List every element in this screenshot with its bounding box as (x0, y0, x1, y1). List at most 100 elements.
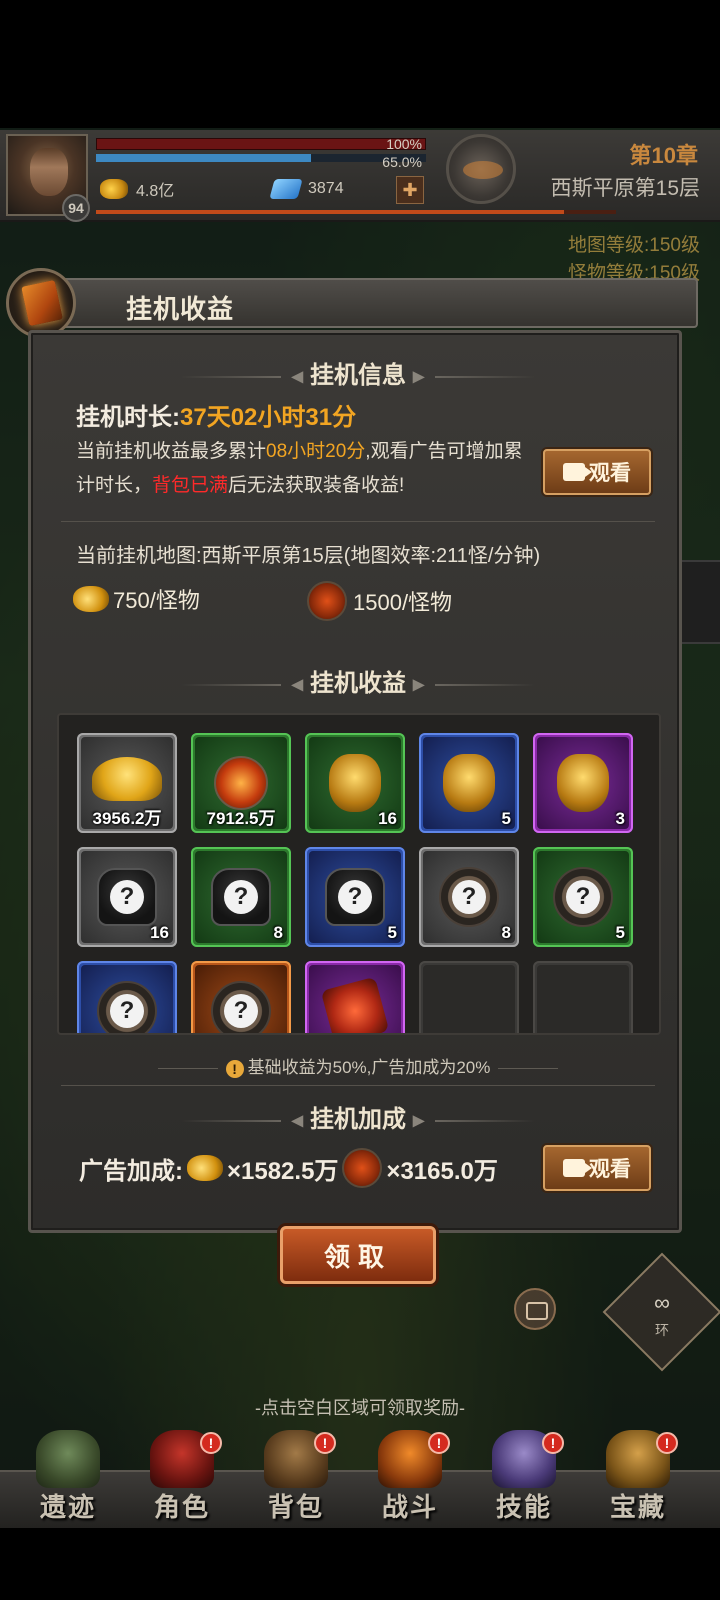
reward-count: 3956.2万 (92, 809, 162, 828)
gold-amount: 4.8亿 (136, 183, 175, 200)
world-map-icon[interactable] (446, 134, 516, 204)
desc-part1: 当前挂机收益最多累计 (76, 441, 267, 462)
duration-value: 37天02小时31分 (180, 404, 357, 431)
wing-ornament-icon: ◀ (291, 676, 304, 694)
reward-slot[interactable]: ? 5 (533, 847, 633, 947)
reward-count: 5 (387, 923, 397, 942)
bonus-tip-text: 基础收益为50%,广告加成为20% (247, 1058, 491, 1077)
unknown-question-icon: ? (224, 880, 258, 914)
divider-line (434, 1119, 535, 1122)
mp-bar-fill (96, 154, 311, 162)
nav-tab-label: 角色 (153, 1492, 210, 1522)
ad-bonus-label: 广告加成: (79, 1157, 183, 1185)
nav-tab[interactable]: 背包! (240, 1430, 352, 1528)
unknown-question-icon: ? (224, 994, 258, 1028)
desc-max-time: 08小时20分 (266, 441, 366, 462)
idle-duration: 挂机时长:37天02小时31分 (76, 397, 356, 432)
reward-slot[interactable]: 3956.2万 (77, 733, 177, 833)
idle-description: 当前挂机收益最多累计08小时20分,观看广告可增加累计时长，背包已满后无法获取装… (76, 435, 536, 503)
mp-bar (96, 154, 426, 162)
nav-emblem-icon (36, 1430, 100, 1488)
divider-line (498, 1068, 559, 1070)
infinity-icon: ∞ (654, 1290, 670, 1315)
reward-slot[interactable]: ? (77, 961, 177, 1033)
nav-tab[interactable]: 宝藏! (582, 1430, 694, 1528)
idle-rewards-dialog: 挂机收益 ◀ 挂机信息 ▶ 挂机时长:37天02小时31分 当前挂机收益最多累计… (6, 268, 698, 1233)
exp-orb-icon (214, 756, 268, 810)
section-bonus-label: 挂机加成 (310, 1106, 406, 1133)
section-title-bonus: ◀ 挂机加成 ▶ (31, 1099, 685, 1134)
portrait-face (30, 148, 68, 196)
divider (61, 521, 655, 522)
gold-icon (100, 179, 128, 199)
desc-part3: 后无法获取装备收益! (228, 475, 405, 496)
reward-grid[interactable]: 3956.2万 7912.5万 16 5 3? 16? 8? 5? 8? 5?? (57, 713, 661, 1035)
dialog-title-bar: 挂机收益 (42, 278, 698, 328)
notification-badge: ! (656, 1432, 678, 1454)
nav-tab[interactable]: 角色! (126, 1430, 238, 1528)
dialog-body: ◀ 挂机信息 ▶ 挂机时长:37天02小时31分 当前挂机收益最多累计08小时2… (28, 330, 682, 1233)
gem-stat: 3874 (269, 174, 344, 204)
gem-amount: 3874 (308, 180, 344, 197)
reward-slot[interactable]: 16 (305, 733, 405, 833)
section-title-info: ◀ 挂机信息 ▶ (31, 355, 685, 390)
ad-gold-value: ×1582.5万 (227, 1157, 339, 1185)
watch-ad-bonus-button[interactable]: 观看 (543, 1145, 651, 1191)
nav-tab-label: 背包 (267, 1492, 324, 1522)
chapter-title: 第10章 (629, 143, 698, 168)
nav-tab-label: 技能 (495, 1492, 552, 1522)
screenshot-camera-icon[interactable] (514, 1288, 556, 1330)
gold-rate-value: 750/怪物 (113, 588, 200, 613)
ad-bonus-row: 广告加成: ×1582.5万 ×3165.0万 (79, 1145, 498, 1191)
reward-count: 8 (273, 923, 283, 942)
map-level: 地图等级:150级 (568, 235, 700, 256)
nav-tab-label: 宝藏 (609, 1492, 666, 1522)
notification-badge: ! (428, 1432, 450, 1454)
claim-button[interactable]: 领取 (280, 1226, 436, 1284)
add-gem-button[interactable]: ✚ (396, 176, 424, 204)
reward-count: 16 (150, 923, 169, 942)
reward-slot[interactable] (533, 961, 633, 1033)
reward-count: 16 (378, 809, 397, 828)
notification-badge: ! (314, 1432, 336, 1454)
reward-slot[interactable]: 7912.5万 (191, 733, 291, 833)
exp-rate-value: 1500/怪物 (353, 590, 453, 615)
reward-slot[interactable] (305, 961, 405, 1033)
gold-stat: 4.8亿 (100, 174, 174, 204)
divider-line (181, 683, 282, 686)
reward-slot[interactable]: ? (191, 961, 291, 1033)
bag-icon (443, 754, 495, 812)
reward-slot[interactable] (419, 961, 519, 1033)
dialog-title: 挂机收益 (126, 294, 235, 324)
reward-slot[interactable]: ? 5 (305, 847, 405, 947)
duration-label: 挂机时长: (76, 404, 180, 431)
player-level-badge: 94 (62, 194, 90, 222)
nav-tab[interactable]: 战斗! (354, 1430, 466, 1528)
nav-tab[interactable]: 遗迹 (12, 1430, 124, 1528)
bonus-tip: ! 基础收益为50%,广告加成为20% (31, 1053, 685, 1078)
tap-hint: -点击空白区域可领取奖励- (255, 1398, 465, 1418)
watch-label: 观看 (589, 1158, 631, 1181)
reward-slot[interactable]: ? 8 (191, 847, 291, 947)
bag-icon (557, 754, 609, 812)
divider-line (181, 1119, 282, 1122)
reward-slot[interactable]: 5 (419, 733, 519, 833)
exp-icon (342, 1148, 383, 1188)
reward-count: 8 (501, 923, 511, 942)
gold-rate: 750/怪物 (73, 583, 200, 615)
section-rewards-label: 挂机收益 (310, 670, 406, 697)
nav-tab[interactable]: 技能! (468, 1430, 580, 1528)
gold-icon (73, 586, 109, 612)
nav-tab-label: 遗迹 (39, 1492, 96, 1522)
reward-slot-frame (423, 965, 515, 1033)
reward-slot[interactable]: ? 16 (77, 847, 177, 947)
watch-label: 观看 (589, 462, 631, 485)
divider-line (181, 375, 282, 378)
divider-line (157, 1068, 218, 1070)
wing-ornament-icon: ◀ (291, 368, 304, 386)
unknown-question-icon: ? (338, 880, 372, 914)
video-camera-icon (563, 463, 592, 481)
reward-slot[interactable]: 3 (533, 733, 633, 833)
reward-slot[interactable]: ? 8 (419, 847, 519, 947)
watch-ad-duration-button[interactable]: 观看 (543, 449, 651, 495)
